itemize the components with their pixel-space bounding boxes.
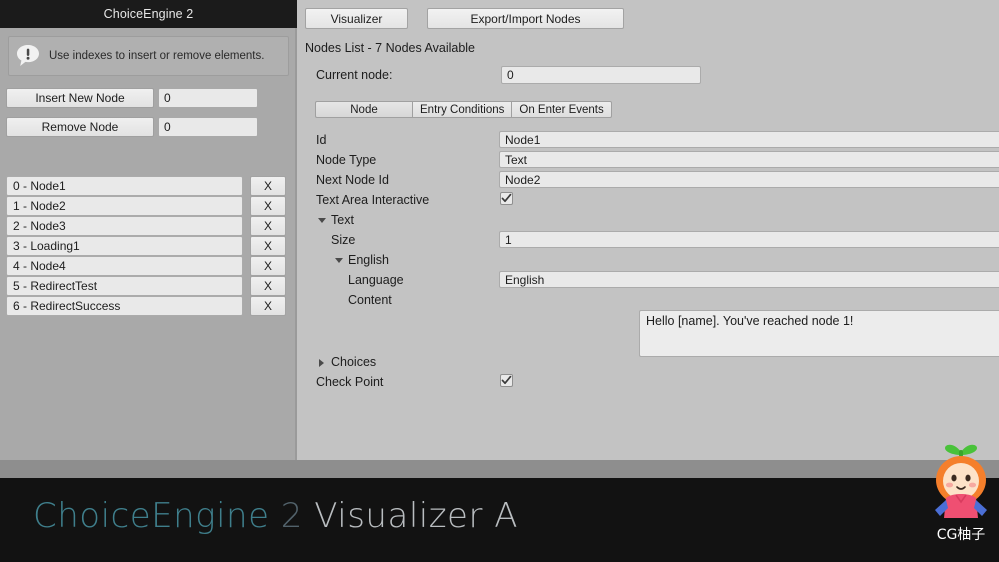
current-node-label: Current node: <box>316 68 393 82</box>
tab-on-enter-events[interactable]: On Enter Events <box>511 101 612 118</box>
inspector-tabs: Node Entry Conditions On Enter Events <box>315 101 612 118</box>
window-bottom-strip <box>0 460 999 478</box>
check-point-checkbox[interactable] <box>500 374 513 387</box>
delete-node-button[interactable]: X <box>250 176 286 196</box>
property-row-check-point: Check Point <box>299 373 999 393</box>
node-name-field[interactable]: 2 - Node3 <box>6 216 243 236</box>
property-row-text-foldout[interactable]: Text <box>299 211 999 231</box>
chevron-right-icon[interactable] <box>319 359 324 367</box>
brand-title-part1: ChoiceEngine <box>33 496 270 536</box>
remove-index-input[interactable]: 0 <box>158 117 258 137</box>
id-input[interactable]: Node1 <box>499 131 999 148</box>
list-item[interactable]: 5 - RedirectTest X <box>0 276 297 296</box>
checkmark-icon <box>501 193 512 203</box>
delete-node-button[interactable]: X <box>250 296 286 316</box>
delete-node-button[interactable]: X <box>250 236 286 256</box>
brand-title-part2: 2 <box>269 496 303 536</box>
watermark: CG柚子 <box>928 438 994 548</box>
editor-area: ChoiceEngine 2 Use indexes to insert or … <box>0 0 999 460</box>
list-item[interactable]: 4 - Node4 X <box>0 256 297 276</box>
nodes-list-heading: Nodes List - 7 Nodes Available <box>305 41 476 55</box>
top-button-strip: Visualizer Export/Import Nodes <box>305 8 624 29</box>
window-title: ChoiceEngine 2 <box>103 7 194 21</box>
property-row-content-label: Content <box>299 291 999 311</box>
node-name-field[interactable]: 6 - RedirectSuccess <box>6 296 243 316</box>
content-textarea[interactable]: Hello [name]. You've reached node 1! <box>639 310 999 357</box>
pomelo-mascot-icon <box>935 444 987 518</box>
node-name-field[interactable]: 3 - Loading1 <box>6 236 243 256</box>
node-name-field[interactable]: 5 - RedirectTest <box>6 276 243 296</box>
property-row-size: Size 1 <box>299 231 999 251</box>
delete-node-button[interactable]: X <box>250 216 286 236</box>
list-item[interactable]: 2 - Node3 X <box>0 216 297 236</box>
tab-node[interactable]: Node <box>315 101 412 118</box>
brand-title-part3: Visualizer A <box>302 496 519 536</box>
node-type-label: Node Type <box>316 153 377 167</box>
property-row-language: Language English <box>299 271 999 291</box>
check-point-label: Check Point <box>316 375 384 389</box>
current-node-input[interactable]: 0 <box>501 66 701 84</box>
delete-node-button[interactable]: X <box>250 196 286 216</box>
application-root: ChoiceEngine 2 Use indexes to insert or … <box>0 0 999 562</box>
next-node-id-input[interactable]: Node2 <box>499 171 999 188</box>
property-row-node-type: Node Type Text <box>299 151 999 171</box>
chevron-down-icon[interactable] <box>335 258 343 263</box>
checkmark-icon <box>501 375 512 385</box>
size-input[interactable]: 1 <box>499 231 999 248</box>
watermark-label: CG柚子 <box>936 527 986 543</box>
node-name-field[interactable]: 0 - Node1 <box>6 176 243 196</box>
property-row-id: Id Node1 <box>299 131 999 151</box>
list-item[interactable]: 3 - Loading1 X <box>0 236 297 256</box>
help-box: Use indexes to insert or remove elements… <box>8 36 289 76</box>
next-node-id-label: Next Node Id <box>316 173 389 187</box>
list-item[interactable]: 0 - Node1 X <box>0 176 297 196</box>
node-list: 0 - Node1 X 1 - Node2 X 2 - Node3 X 3 - … <box>0 176 297 316</box>
inspector-panel: Visualizer Export/Import Nodes Nodes Lis… <box>299 0 999 460</box>
content-label: Content <box>348 293 392 307</box>
delete-node-button[interactable]: X <box>250 276 286 296</box>
info-bubble-icon <box>15 43 41 69</box>
property-row-english-foldout[interactable]: English <box>299 251 999 271</box>
export-import-nodes-button[interactable]: Export/Import Nodes <box>427 8 624 29</box>
brand-title: ChoiceEngine 2 Visualizer A <box>33 496 518 536</box>
left-dock-panel: ChoiceEngine 2 Use indexes to insert or … <box>0 0 297 460</box>
list-item[interactable]: 1 - Node2 X <box>0 196 297 216</box>
remove-node-button[interactable]: Remove Node <box>6 117 154 137</box>
chevron-down-icon[interactable] <box>318 218 326 223</box>
node-name-field[interactable]: 1 - Node2 <box>6 196 243 216</box>
promo-banner: ChoiceEngine 2 Visualizer A <box>0 478 999 562</box>
text-foldout-label: Text <box>331 213 354 227</box>
choices-foldout-label: Choices <box>331 355 377 369</box>
node-name-field[interactable]: 4 - Node4 <box>6 256 243 276</box>
property-row-choices-foldout[interactable]: Choices <box>299 353 999 373</box>
list-item[interactable]: 6 - RedirectSuccess X <box>0 296 297 316</box>
english-foldout-label: English <box>348 253 389 267</box>
help-box-text: Use indexes to insert or remove elements… <box>49 50 265 62</box>
language-label: Language <box>348 273 404 287</box>
insert-index-input[interactable]: 0 <box>158 88 258 108</box>
property-row-next-node-id: Next Node Id Node2 <box>299 171 999 191</box>
node-type-dropdown[interactable]: Text <box>499 151 999 168</box>
size-label: Size <box>331 233 356 247</box>
delete-node-button[interactable]: X <box>250 256 286 276</box>
insert-new-node-button[interactable]: Insert New Node <box>6 88 154 108</box>
visualizer-button[interactable]: Visualizer <box>305 8 408 29</box>
window-titlebar: ChoiceEngine 2 <box>0 0 297 28</box>
language-dropdown[interactable]: English <box>499 271 999 288</box>
text-area-interactive-label: Text Area Interactive <box>316 193 430 207</box>
id-label: Id <box>316 133 327 147</box>
property-row-text-area-interactive: Text Area Interactive <box>299 191 999 211</box>
text-area-interactive-checkbox[interactable] <box>500 192 513 205</box>
tab-entry-conditions[interactable]: Entry Conditions <box>412 101 512 118</box>
